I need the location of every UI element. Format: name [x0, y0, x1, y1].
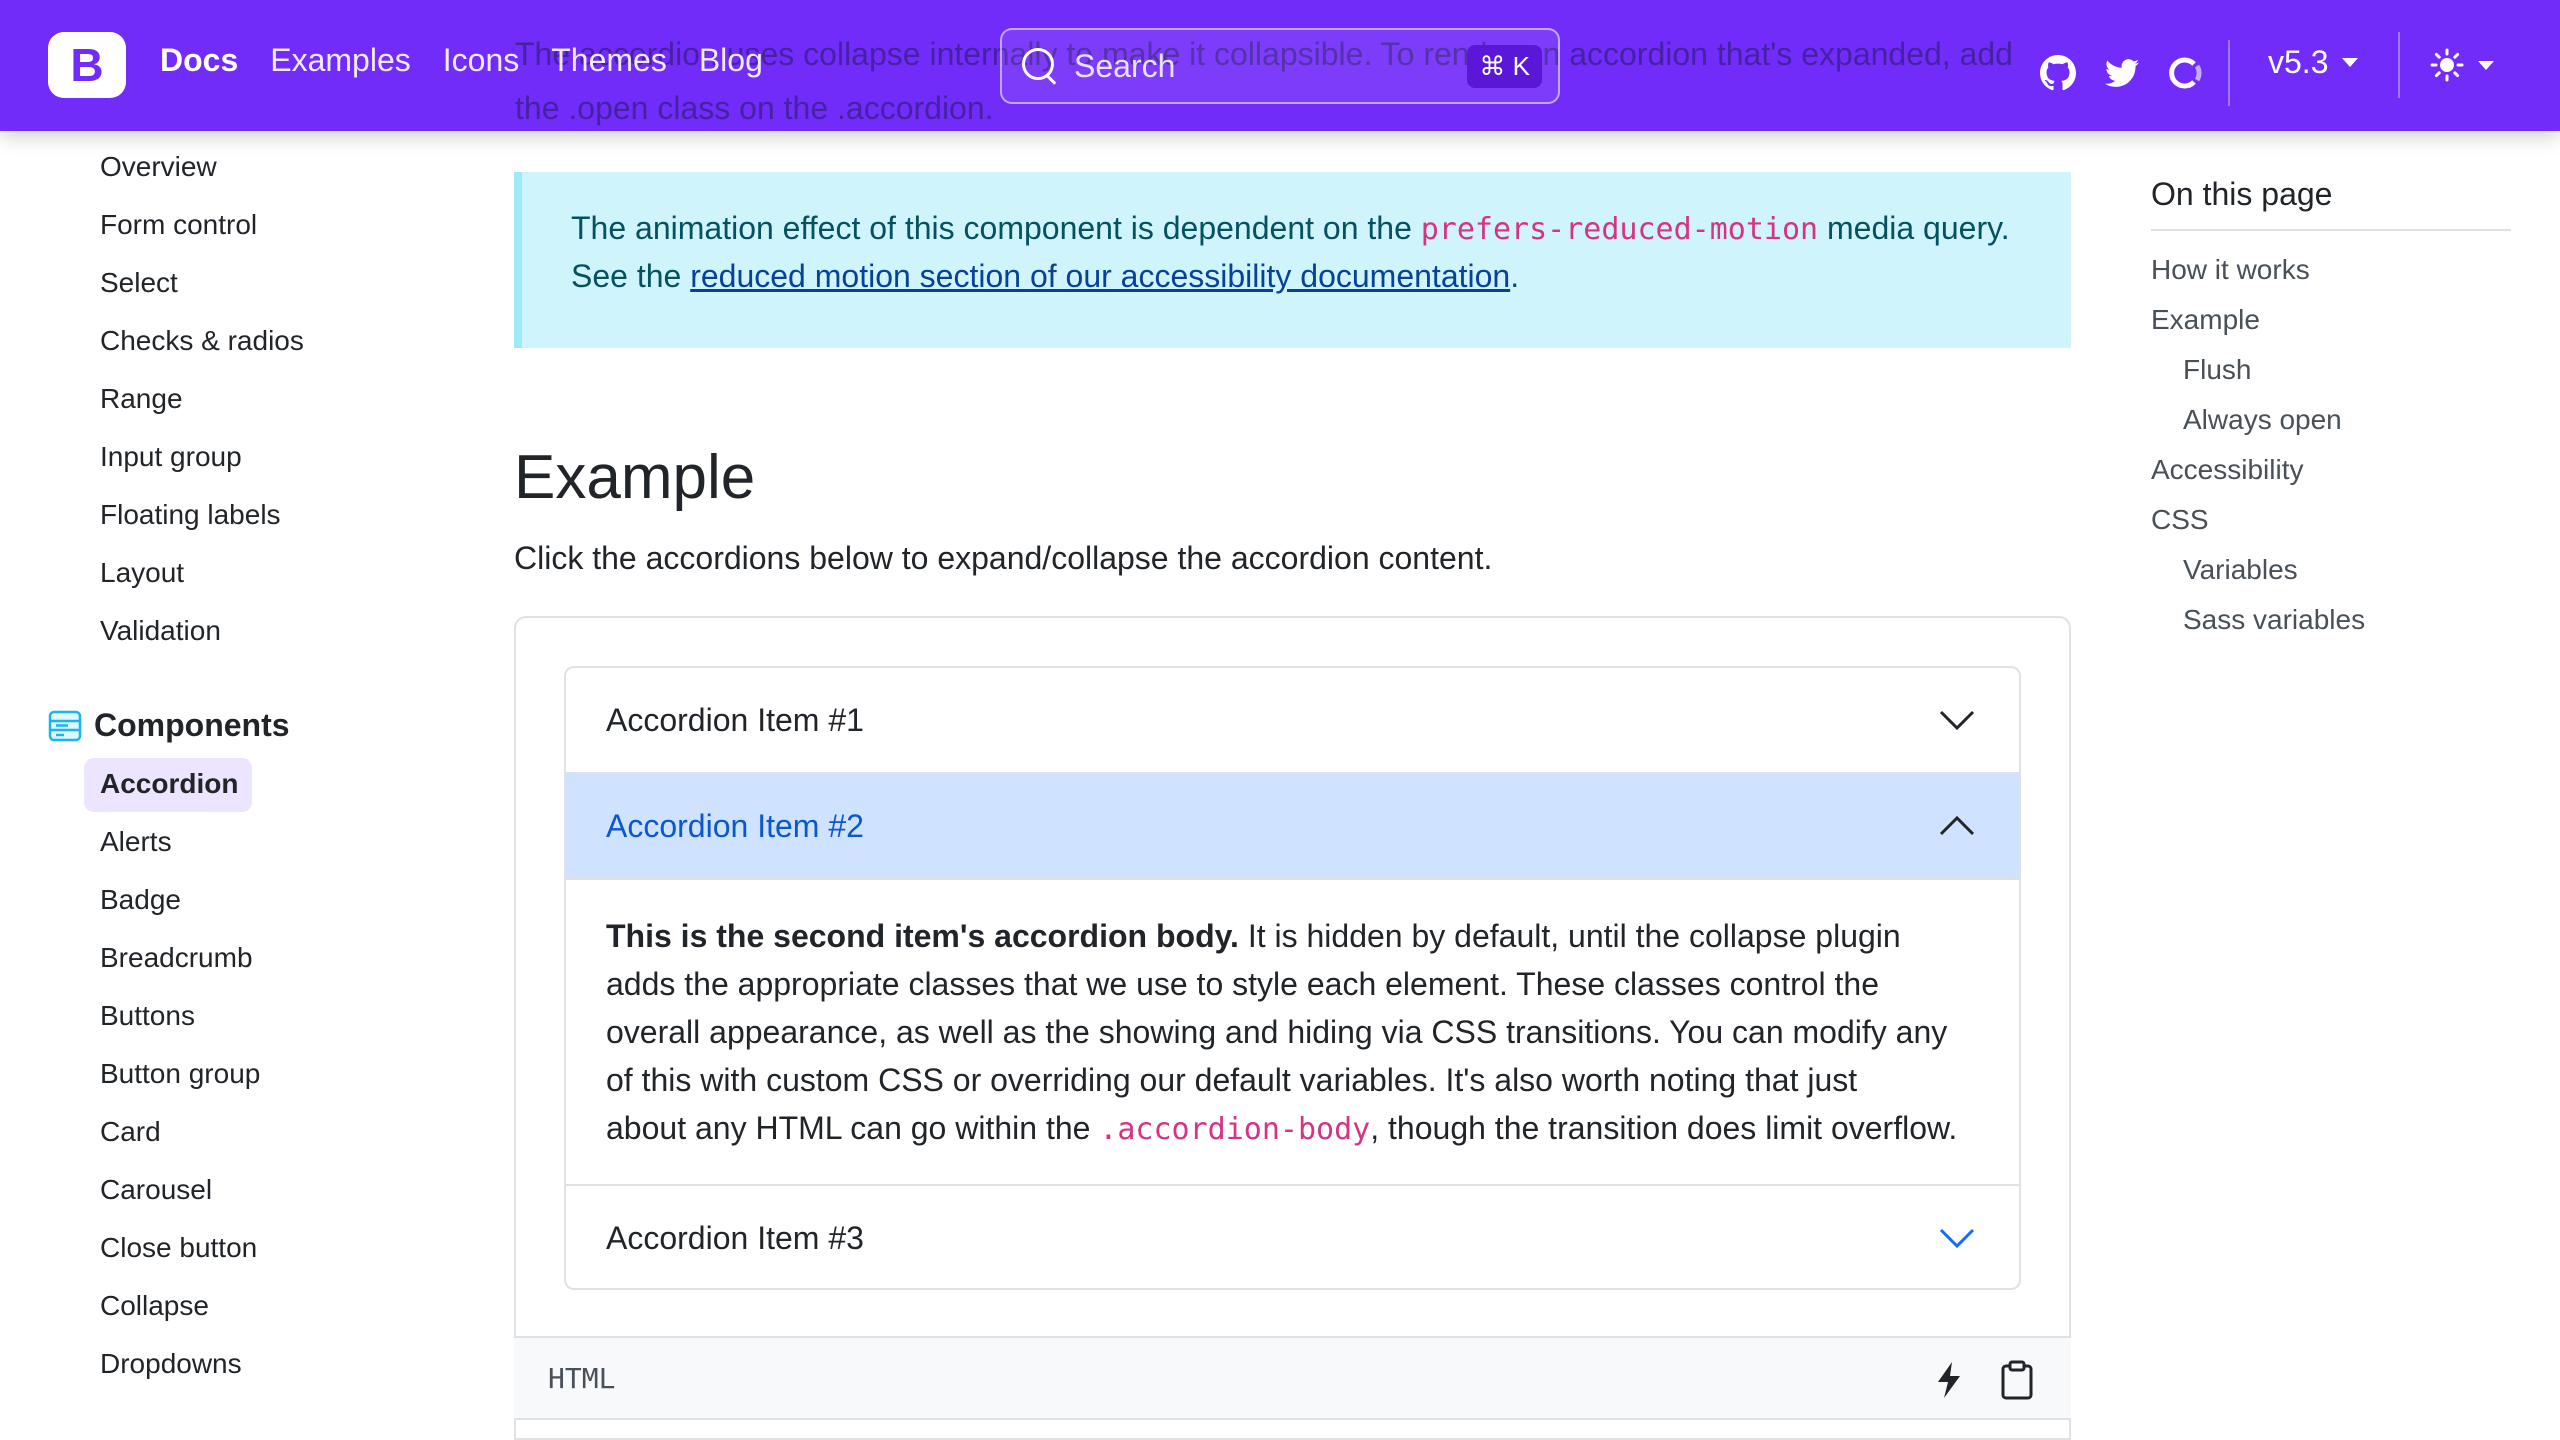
caret-down-icon [2478, 60, 2494, 70]
sidebar-item-breadcrumb[interactable]: Breadcrumb [100, 942, 253, 974]
opencollective-icon[interactable] [2164, 49, 2208, 97]
sidebar-item-carousel[interactable]: Carousel [100, 1174, 212, 1206]
theme-toggle[interactable] [2430, 48, 2494, 82]
search-shortcut: ⌘ K [1467, 44, 1542, 88]
accordion-item-1-header[interactable]: Accordion Item #1 [566, 668, 2019, 772]
sidebar-item-button-group[interactable]: Button group [100, 1058, 260, 1090]
chevron-down-icon [1939, 1228, 1975, 1249]
sidebar: Overview Form control Select Checks & ra… [0, 131, 480, 1440]
sidebar-item-form-control[interactable]: Form control [100, 209, 257, 241]
toc-item-css[interactable]: CSS [2151, 504, 2209, 536]
sidebar-item-close-button[interactable]: Close button [100, 1232, 257, 1264]
sun-icon [2430, 48, 2464, 82]
nav-link-icons[interactable]: Icons [443, 42, 519, 79]
accordion-item-2-title: Accordion Item #2 [606, 807, 864, 844]
nav-separator [2228, 40, 2230, 106]
sidebar-item-badge[interactable]: Badge [100, 884, 181, 916]
sidebar-section-label: Components [94, 707, 290, 743]
scrolled-text-line-2: the .open class on the .accordion. [515, 90, 994, 126]
sidebar-item-floating-labels[interactable]: Floating labels [100, 499, 281, 531]
nav-icon-group [2036, 40, 2230, 106]
inline-code: .accordion-body [1099, 1112, 1371, 1147]
code-toolbar: HTML [514, 1336, 2071, 1420]
sidebar-item-alerts[interactable]: Alerts [100, 826, 172, 858]
reduced-motion-link[interactable]: reduced motion section of our accessibil… [690, 258, 1510, 294]
sidebar-item-checks-radios[interactable]: Checks & radios [100, 325, 304, 357]
sidebar-item-select[interactable]: Select [100, 267, 178, 299]
sidebar-item-accordion[interactable]: Accordion [100, 768, 238, 800]
accordion-item-1-title: Accordion Item #1 [606, 701, 864, 738]
nav-separator [2398, 32, 2400, 98]
inline-code: prefers-reduced-motion [1420, 212, 1819, 247]
chevron-down-icon [1939, 710, 1975, 731]
sidebar-section-components: Components [48, 707, 290, 744]
sidebar-item-dropdowns[interactable]: Dropdowns [100, 1348, 242, 1380]
accordion-body-line: overall appearance, as well as the showi… [606, 1014, 1948, 1050]
accordion: Accordion Item #1 Accordion Item #2 This… [564, 666, 2021, 1290]
sidebar-item-range[interactable]: Range [100, 383, 183, 415]
nav-link-examples[interactable]: Examples [270, 42, 411, 79]
search-icon [1020, 46, 1060, 86]
accordion-divider [566, 878, 2019, 880]
top-navbar: The accordion uses collapse internally t… [0, 0, 2560, 131]
toc-item-always-open[interactable]: Always open [2183, 404, 2342, 436]
sidebar-item-layout[interactable]: Layout [100, 557, 184, 589]
accordion-body-line: of this with custom CSS or overriding ou… [606, 1062, 1858, 1098]
toc-title: On this page [2151, 176, 2333, 212]
nav-link-blog[interactable]: Blog [699, 42, 763, 79]
accordion-body-strong: This is the second item's accordion body… [606, 918, 1239, 954]
toc-item-how-it-works[interactable]: How it works [2151, 254, 2310, 286]
bootstrap-logo[interactable]: B [48, 32, 126, 98]
clipboard-icon[interactable] [2000, 1360, 2034, 1400]
lightning-icon[interactable] [1934, 1360, 1964, 1400]
sidebar-item-buttons[interactable]: Buttons [100, 1000, 195, 1032]
callout-line-1: The animation effect of this component i… [571, 210, 2010, 247]
code-language-label: HTML [548, 1362, 616, 1395]
accordion-body-line: about any HTML can go within the .accord… [606, 1110, 1958, 1147]
accordion-item-3-header[interactable]: Accordion Item #3 [566, 1186, 2019, 1288]
toc-item-sass-variables[interactable]: Sass variables [2183, 604, 2365, 636]
nav-link-docs[interactable]: Docs [160, 42, 238, 79]
search-button[interactable]: Search ⌘ K [1000, 28, 1560, 104]
toc-item-variables[interactable]: Variables [2183, 554, 2298, 586]
sidebar-item-collapse[interactable]: Collapse [100, 1290, 209, 1322]
sidebar-item-input-group[interactable]: Input group [100, 441, 242, 473]
caret-down-icon [2342, 58, 2359, 67]
version-dropdown[interactable]: v5.3 [2268, 44, 2359, 81]
accordion-body-line: This is the second item's accordion body… [606, 918, 1901, 954]
chevron-up-icon [1939, 815, 1975, 836]
section-heading: Example [514, 443, 756, 512]
accordion-item-2-header[interactable]: Accordion Item #2 [566, 774, 2019, 878]
accordion-item-3-title: Accordion Item #3 [606, 1219, 864, 1256]
toc-divider [2151, 229, 2511, 231]
toc-item-flush[interactable]: Flush [2183, 354, 2251, 386]
github-icon[interactable] [2036, 49, 2080, 97]
sidebar-item-card[interactable]: Card [100, 1116, 161, 1148]
toc-item-example[interactable]: Example [2151, 304, 2260, 336]
nav-link-themes[interactable]: Themes [551, 42, 667, 79]
version-label: v5.3 [2268, 44, 2329, 80]
twitter-icon[interactable] [2100, 49, 2144, 97]
primary-nav: Docs Examples Icons Themes Blog [160, 42, 795, 79]
components-icon [48, 710, 82, 741]
accordion-item-2-body: This is the second item's accordion body… [606, 912, 1986, 1154]
search-label: Search [1074, 47, 1176, 84]
accordion-body-line: adds the appropriate classes that we use… [606, 966, 1880, 1002]
sidebar-item-validation[interactable]: Validation [100, 615, 221, 647]
callout-line-2: See the reduced motion section of our ac… [571, 258, 1520, 294]
callout-info: The animation effect of this component i… [514, 172, 2071, 348]
toc-item-accessibility[interactable]: Accessibility [2151, 454, 2303, 486]
sidebar-item-overview[interactable]: Overview [100, 151, 217, 183]
section-lead: Click the accordions below to expand/col… [514, 540, 1493, 576]
